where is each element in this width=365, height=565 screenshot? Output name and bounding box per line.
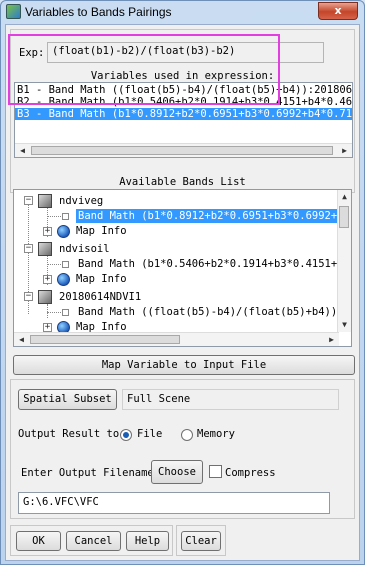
scroll-left-icon[interactable]: ◀ [14,333,29,346]
clear-button[interactable]: Clear [181,531,221,551]
radio-memory-label: Memory [197,428,235,440]
tree-connector [47,216,61,217]
collapse-icon[interactable]: − [24,196,33,205]
app-icon [6,4,21,19]
expand-icon[interactable]: + [43,323,52,332]
dialog-window: Variables to Bands Pairings x Exp: (floa… [0,0,365,565]
variables-section-label: Variables used in expression: [90,70,275,82]
bands-tree[interactable]: − ndviveg Band Math (b1*0.8912+b2*0.6951… [13,189,352,347]
help-button[interactable]: Help [126,531,169,551]
tree-mapinfo-ndviveg[interactable]: Map Info [76,224,127,238]
output-filename-label: Enter Output Filename [21,467,154,479]
title-bar[interactable]: Variables to Bands Pairings x [1,1,364,23]
variable-row-b2[interactable]: B2 - Band Math (b1*0.5406+b2*0.1914+b3*0… [17,96,352,108]
close-button[interactable]: x [318,2,358,20]
scroll-up-icon[interactable]: ▲ [338,190,351,204]
raster-file-icon [38,242,52,256]
scroll-down-icon[interactable]: ▼ [338,318,351,332]
tree-band-ndviveg[interactable]: Band Math (b1*0.8912+b2*0.6951+b3*0.6992… [76,209,351,223]
tree-file-ndviveg[interactable]: ndviveg [59,194,103,208]
choose-button[interactable]: Choose [151,460,203,484]
band-icon [62,261,69,268]
tree-mapinfo-ndvisoil[interactable]: Map Info [76,272,127,286]
collapse-icon[interactable]: − [24,244,33,253]
output-filename-input[interactable]: G:\6.VFC\VFC [18,492,330,514]
cancel-button[interactable]: Cancel [66,531,121,551]
bands-vscroll-thumb[interactable] [339,206,349,228]
scroll-right-icon[interactable]: ▶ [324,333,339,346]
map-info-globe-icon [57,225,70,238]
ok-button[interactable]: OK [16,531,61,551]
spatial-subset-value: Full Scene [122,389,339,410]
spatial-subset-button[interactable]: Spatial Subset [18,389,117,410]
radio-file[interactable] [120,429,132,441]
band-icon [62,213,69,220]
variables-hscroll[interactable]: ◀ ▶ [15,143,352,157]
radio-memory[interactable] [181,429,193,441]
band-icon [62,309,69,316]
radio-file-label: File [137,428,163,440]
variables-hscroll-thumb[interactable] [31,146,333,155]
expand-icon[interactable]: + [43,227,52,236]
map-info-globe-icon [57,273,70,286]
expression-group: Exp: (float(b1)-b2)/(float(b3)-b2) Varia… [10,29,355,193]
compress-checkbox[interactable] [209,465,222,478]
bands-hscroll[interactable]: ◀ ▶ [14,332,339,346]
variables-list[interactable]: B1 - Band Math ((float(b5)-b4)/(float(b5… [14,82,353,158]
tree-file-ndvisoil[interactable]: ndvisoil [59,242,110,256]
tree-connector [47,312,61,313]
output-group: Spatial Subset Full Scene Output Result … [10,379,355,519]
tree-band-ndvisoil[interactable]: Band Math (b1*0.5406+b2*0.1914+b3*0.4151… [78,257,350,271]
tree-connector [47,304,48,318]
map-variable-button[interactable]: Map Variable to Input File [13,355,355,375]
bands-hscroll-thumb[interactable] [30,335,180,344]
dialog-body: Exp: (float(b1)-b2)/(float(b3)-b2) Varia… [5,24,360,561]
variable-row-b3[interactable]: B3 - Band Math (b1*0.8912+b2*0.6951+b3*0… [15,108,352,120]
tree-band-20180614ndvi1[interactable]: Band Math ((float(b5)-b4)/(float(b5)+b4)… [78,305,337,319]
compress-label: Compress [225,467,276,479]
expand-icon[interactable]: + [43,275,52,284]
footer-clear-group: Clear [176,525,226,556]
scroll-right-icon[interactable]: ▶ [337,144,352,157]
raster-file-icon [38,194,52,208]
window-title: Variables to Bands Pairings [25,5,172,19]
expression-field: (float(b1)-b2)/(float(b3)-b2) [47,42,324,63]
tree-file-20180614ndvi1[interactable]: 20180614NDVI1 [59,290,141,304]
output-result-label: Output Result to [18,428,120,440]
bands-section-label: Available Bands List [119,176,246,188]
expression-label: Exp: [19,47,45,59]
footer-main-buttons: OK Cancel Help [10,525,173,556]
scroll-left-icon[interactable]: ◀ [15,144,30,157]
tree-connector [47,264,61,265]
bands-vscroll[interactable]: ▲ ▼ [337,190,351,332]
collapse-icon[interactable]: − [24,292,33,301]
raster-file-icon [38,290,52,304]
variable-row-b1[interactable]: B1 - Band Math ((float(b5)-b4)/(float(b5… [17,84,352,96]
